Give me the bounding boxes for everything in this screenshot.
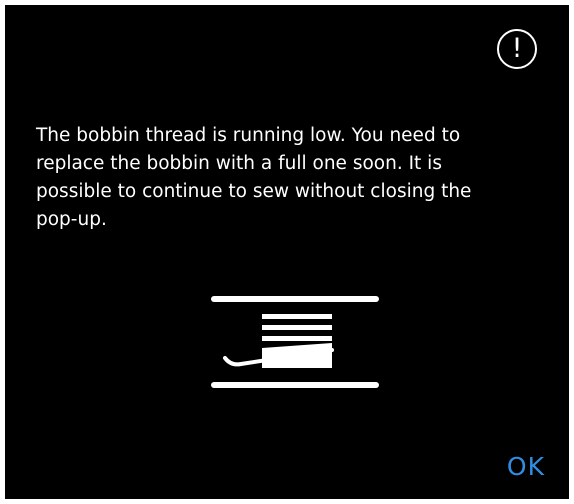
bobbin-low-message: The bobbin thread is running low. You ne… (36, 125, 472, 230)
ok-button[interactable]: OK (507, 452, 545, 482)
bobbin-thread-line (262, 325, 332, 330)
bobbin-thread-line (262, 314, 332, 319)
bobbin-thread-line (262, 336, 332, 341)
bobbin-low-popup: ! The bobbin thread is running low. You … (5, 5, 569, 499)
bobbin-low-icon (211, 296, 379, 388)
exclamation-circle-icon: ! (497, 29, 537, 69)
bobbin-bottom-flange (211, 382, 379, 388)
bobbin-top-flange (211, 296, 379, 302)
